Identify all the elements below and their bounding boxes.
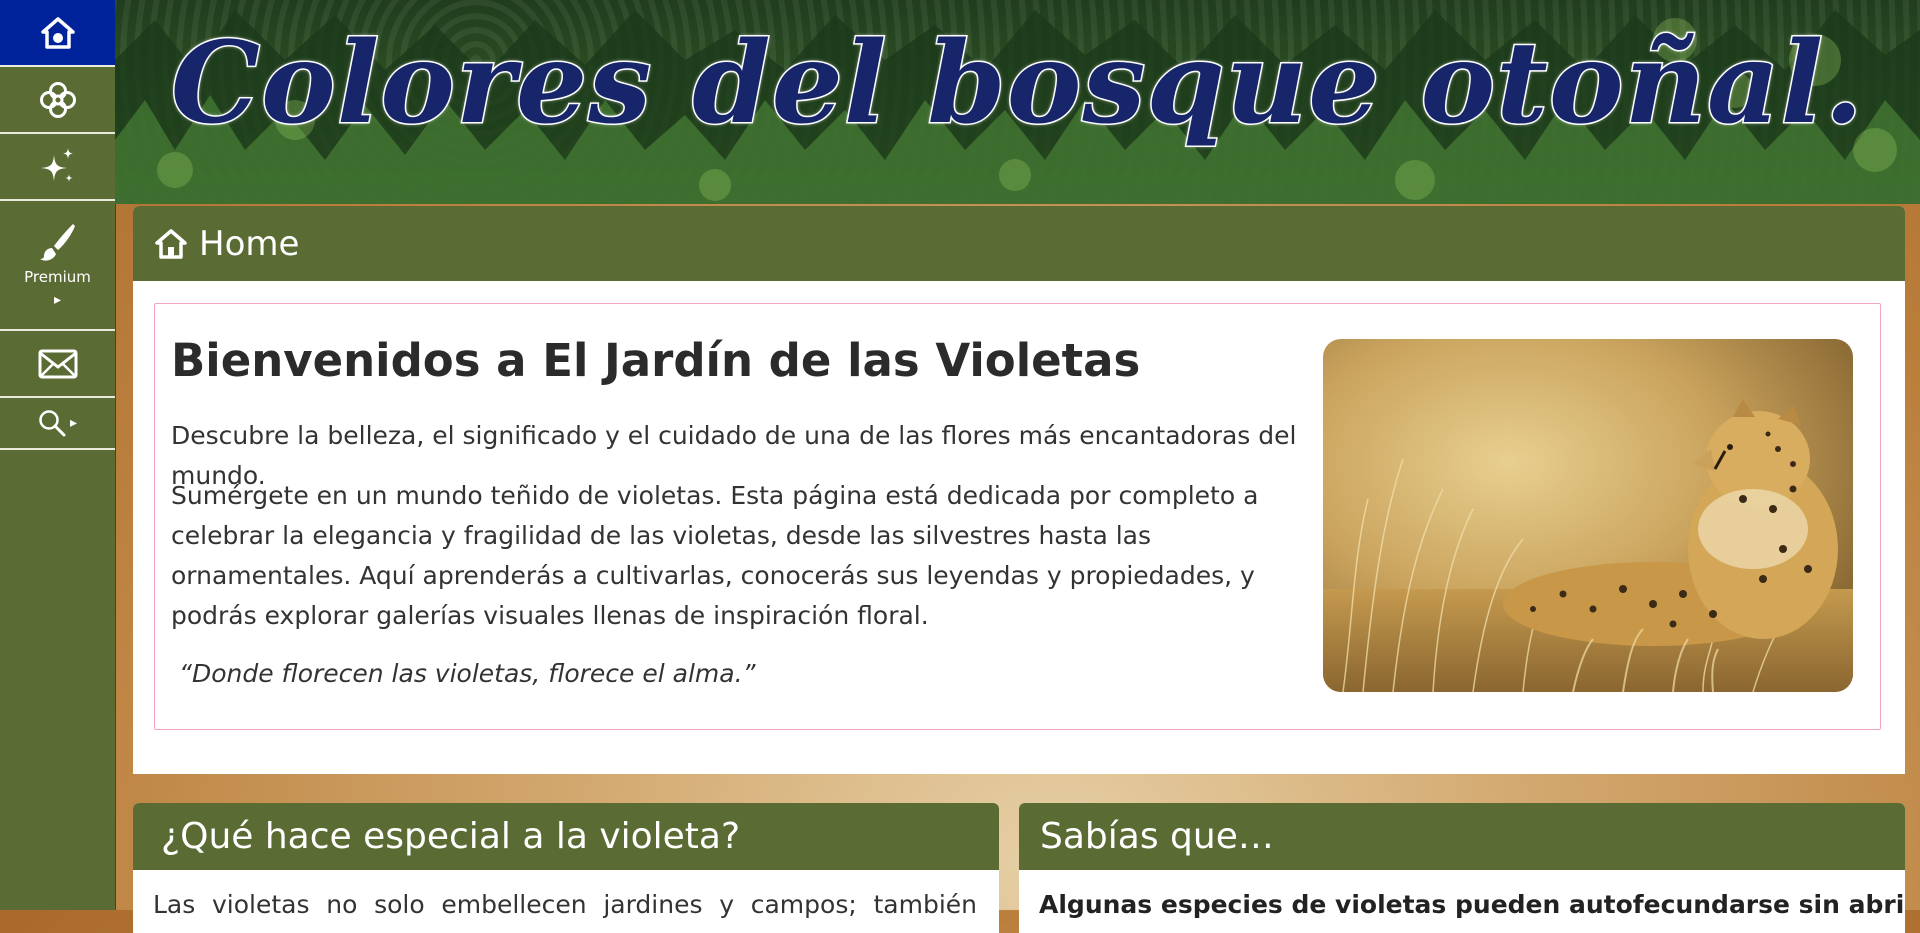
quote: “Donde florecen las violetas, florece el… bbox=[179, 659, 756, 688]
card-text: Algunas especies de violetas pueden auto… bbox=[1039, 890, 1905, 919]
sparkle-icon bbox=[40, 147, 73, 182]
sidebar-item-premium[interactable]: Premium ▸ bbox=[0, 201, 115, 331]
caret-right-icon: ▸ bbox=[69, 415, 78, 431]
home-icon bbox=[155, 228, 187, 259]
sidebar: Premium ▸ ▸ bbox=[0, 0, 116, 910]
card-special: ¿Qué hace especial a la violeta? Las vio… bbox=[133, 803, 999, 933]
banner: Colores del bosque otoñal. bbox=[115, 0, 1920, 204]
brush-icon bbox=[39, 224, 75, 261]
flower-icon bbox=[39, 81, 76, 118]
caret-right-icon: ▸ bbox=[53, 292, 62, 308]
panel-header: Home bbox=[133, 206, 1905, 281]
home-icon bbox=[40, 16, 75, 49]
sidebar-item-contact[interactable] bbox=[0, 331, 115, 398]
card-title: ¿Qué hace especial a la violeta? bbox=[133, 803, 999, 870]
body-text: Sumérgete en un mundo teñido de violetas… bbox=[171, 481, 1259, 630]
card-did-you-know: Sabías que… Algunas especies de violetas… bbox=[1019, 803, 1905, 933]
sidebar-item-sparkle[interactable] bbox=[0, 134, 115, 201]
sidebar-item-flower[interactable] bbox=[0, 67, 115, 134]
sidebar-item-home[interactable] bbox=[0, 0, 115, 67]
card-text: Las violetas no solo embellecen jardines… bbox=[153, 890, 977, 919]
panel-title: Home bbox=[199, 223, 300, 264]
home-panel: Home Bienvenidos a El Jardín de las Viol… bbox=[133, 206, 1905, 774]
card-title: Sabías que… bbox=[1019, 803, 1905, 870]
banner-title: Colores del bosque otoñal. bbox=[169, 17, 1865, 151]
welcome-card: Bienvenidos a El Jardín de las Violetas … bbox=[154, 303, 1881, 730]
sidebar-item-label: Premium bbox=[24, 268, 91, 286]
welcome-title: Bienvenidos a El Jardín de las Violetas bbox=[171, 334, 1141, 387]
mail-icon bbox=[38, 349, 77, 378]
search-icon bbox=[39, 410, 66, 437]
cheetah-photo bbox=[1323, 339, 1853, 692]
sidebar-item-search[interactable]: ▸ bbox=[0, 398, 115, 450]
